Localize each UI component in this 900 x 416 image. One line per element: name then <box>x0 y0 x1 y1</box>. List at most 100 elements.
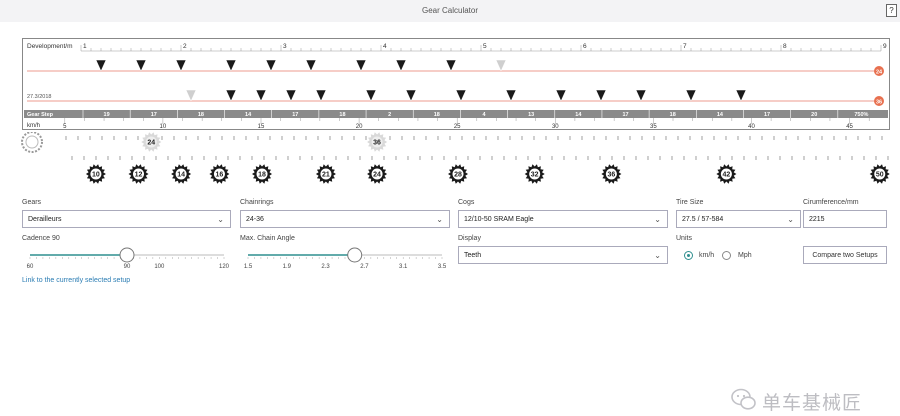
speed-axis-tick-label: 10 <box>160 124 167 129</box>
chevron-down-icon: ⌄ <box>436 215 443 224</box>
gear-step-value: 17 <box>764 112 770 118</box>
chain-angle-slider-handle[interactable] <box>347 247 363 263</box>
row1-gear-marker <box>225 59 237 72</box>
chain-angle-slider-tick-label: 3.1 <box>399 264 408 270</box>
chainring-teeth-label: 24 <box>147 140 155 147</box>
chain-angle-slider[interactable]: 1.5 1.9 2.3 2.7 3.1 3.5 <box>240 244 452 274</box>
row1-chainring-label: 24 <box>876 70 883 76</box>
gear-step-value: 17 <box>151 112 157 118</box>
gear-step-value: 750% <box>854 112 868 118</box>
tire-size-value: 27.5 / 57-584 <box>682 216 724 223</box>
row1-gear-marker <box>395 59 407 72</box>
gear-step-value: 2 <box>388 112 391 118</box>
row2-label: 27.3/2018 <box>27 94 51 100</box>
cogs-value: 12/10-50 SRAM Eagle <box>464 216 534 223</box>
cog-teeth-label: 50 <box>876 172 884 179</box>
top-axis-tick-label: 9 <box>883 43 887 50</box>
gear-step-value: 20 <box>811 112 817 118</box>
help-button[interactable]: ? <box>886 4 897 17</box>
speed-axis-tick-label: 25 <box>454 124 461 129</box>
cog-teeth-label: 32 <box>531 172 539 179</box>
row2-gear-marker <box>405 89 417 102</box>
cog-teeth-label: 12 <box>135 172 143 179</box>
cadence-slider-tick-label: 60 <box>27 264 34 270</box>
gear-step-value: 17 <box>292 112 298 118</box>
top-axis-tick-label: 3 <box>283 43 287 50</box>
row2-gear-marker <box>735 89 747 102</box>
cogs-label: Cogs <box>458 199 475 206</box>
speed-axis-tick-label: 45 <box>846 124 853 129</box>
window-title: Gear Calculator <box>421 6 479 15</box>
gears-label: Gears <box>22 199 42 206</box>
row1-gear-marker <box>305 59 317 72</box>
gear-step-value: 18 <box>339 112 345 118</box>
crank-center <box>25 135 39 149</box>
development-axis-label: Development/m <box>27 43 73 50</box>
watermark: 单车基械匠 <box>728 384 888 414</box>
row2-gear-marker-faded <box>185 89 197 102</box>
speed-axis-tick-label: 35 <box>650 124 657 129</box>
speed-axis-tick-label: 40 <box>748 124 755 129</box>
gear-step-value: 18 <box>670 112 676 118</box>
circumference-input[interactable]: 2215 <box>803 210 887 228</box>
chevron-down-icon: ⌄ <box>654 251 661 260</box>
row2-gear-marker <box>285 89 297 102</box>
row1-gear-marker-faded <box>495 59 507 72</box>
top-axis-tick-label: 4 <box>383 43 387 50</box>
chain-angle-slider-tick-label: 2.7 <box>360 264 369 270</box>
cadence-slider-tick-label: 100 <box>154 264 165 270</box>
row1-gear-marker <box>175 59 187 72</box>
chainrings-label: Chainrings <box>240 199 274 206</box>
row2-gear-marker <box>635 89 647 102</box>
compare-setups-button[interactable]: Compare two Setups <box>803 246 887 264</box>
gears-select[interactable]: Derailleurs ⌄ <box>22 210 231 228</box>
gear-step-value: 14 <box>575 112 582 118</box>
tire-size-label: Tire Size <box>676 199 704 206</box>
cog-teeth-label: 28 <box>454 172 462 179</box>
chain-angle-slider-svg[interactable]: 1.5 1.9 2.3 2.7 3.1 3.5 <box>240 244 452 274</box>
unit-kmh-label: km/h <box>699 252 715 259</box>
cog-teeth-label: 18 <box>258 172 266 179</box>
unit-kmh-radio[interactable] <box>684 251 693 260</box>
gear-step-value: 19 <box>104 112 110 118</box>
gear-step-value: 18 <box>434 112 440 118</box>
cadence-label: Cadence 90 <box>22 235 60 242</box>
row2-gear-marker <box>225 89 237 102</box>
cadence-slider[interactable]: 60 90 100 120 <box>22 244 234 274</box>
unit-mph-radio[interactable] <box>722 251 731 260</box>
development-chart-svg: Development/m 1 2 3 4 5 6 7 8 92427.3/201836Gear … <box>24 43 888 129</box>
chain-angle-slider-tick-label: 3.5 <box>438 264 447 270</box>
gear-strip-svg: 24 36 10 12 14 16 18 21 24 28 32 36 42 50 <box>21 132 890 184</box>
cogs-select[interactable]: 12/10-50 SRAM Eagle ⌄ <box>458 210 668 228</box>
chainrings-select[interactable]: 24-36 ⌄ <box>240 210 450 228</box>
speed-axis-tick-label: 15 <box>258 124 265 129</box>
setup-link[interactable]: Link to the currently selected setup <box>22 277 130 284</box>
circumference-value: 2215 <box>809 216 825 223</box>
row1-gear-marker <box>135 59 147 72</box>
cadence-slider-handle[interactable] <box>119 247 135 263</box>
gear-step-value: 18 <box>198 112 204 118</box>
tire-size-select[interactable]: 27.5 / 57-584 ⌄ <box>676 210 801 228</box>
display-select[interactable]: Teeth ⌄ <box>458 246 668 264</box>
cog-teeth-label: 36 <box>607 172 615 179</box>
row2-gear-marker <box>255 89 267 102</box>
unit-mph-label: Mph <box>738 252 752 259</box>
gear-step-value: 13 <box>528 112 534 118</box>
development-chart: Development/m 1 2 3 4 5 6 7 8 9 24 27.3/2018 36 Gear … <box>22 38 890 130</box>
row2-gear-marker <box>455 89 467 102</box>
cog-teeth-label: 10 <box>92 172 100 179</box>
top-axis-tick-label: 6 <box>583 43 587 50</box>
units-label: Units <box>676 235 692 242</box>
cadence-slider-tick-label: 120 <box>219 264 230 270</box>
row2-gear-marker <box>555 89 567 102</box>
watermark-text: 单车基械匠 <box>762 392 863 414</box>
top-axis-tick-label: 5 <box>483 43 487 50</box>
title-bar: Gear Calculator ? <box>0 0 900 23</box>
cadence-slider-svg[interactable]: 60 90 100 120 <box>22 244 234 274</box>
cog-teeth-label: 21 <box>322 172 330 179</box>
row2-gear-marker <box>365 89 377 102</box>
speed-axis-tick-label: 5 <box>63 124 67 129</box>
display-label: Display <box>458 235 481 242</box>
top-axis-tick-label: 1 <box>83 43 87 50</box>
cadence-slider-tick-label: 90 <box>124 264 131 270</box>
